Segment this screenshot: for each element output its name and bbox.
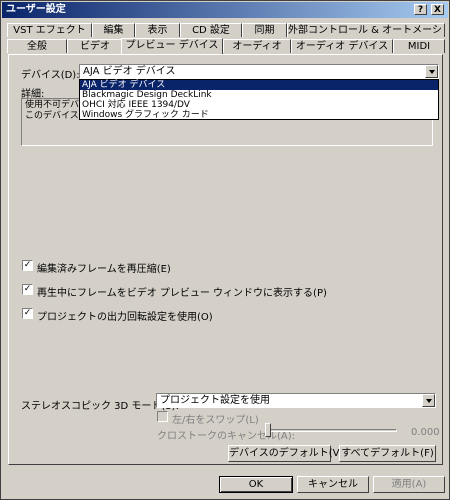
tab-vst-effects[interactable]: VST エフェクト [7, 23, 92, 37]
ok-button[interactable]: OK [219, 476, 293, 493]
device-option-windows-graphics[interactable]: Windows グラフィック カード [80, 110, 438, 120]
device-option-aja[interactable]: AJA ビデオ デバイス [80, 80, 438, 90]
cancel-button[interactable]: キャンセル [297, 476, 369, 493]
tab-sync[interactable]: 同期 [242, 23, 287, 37]
tab-display[interactable]: 表示 [135, 23, 180, 37]
chevron-down-icon[interactable] [425, 65, 438, 78]
tab-video[interactable]: ビデオ [67, 39, 123, 53]
tab-cd-settings[interactable]: CD 設定 [180, 23, 242, 37]
swap-lr-label: 左/右をスワップ(L) [172, 415, 259, 426]
tab-audio[interactable]: オーディオ [223, 39, 291, 53]
help-button[interactable]: ? [414, 4, 427, 15]
stereo-mode-value: プロジェクト設定を使用 [160, 395, 270, 406]
swap-lr-checkbox[interactable] [157, 411, 168, 422]
window-title: ユーザー設定 [6, 4, 66, 15]
device-option-blackmagic[interactable]: Blackmagic Design DeckLink [80, 90, 438, 100]
use-rotation-label: プロジェクトの出力回転設定を使用(O) [37, 312, 213, 323]
crosstalk-slider-thumb[interactable] [265, 423, 271, 437]
device-default-button[interactable]: デバイスのデフォルト(V) [228, 445, 343, 462]
device-select-value: AJA ビデオ デバイス [83, 66, 176, 77]
tab-general[interactable]: 全般 [7, 39, 67, 53]
crosstalk-value: 0.000 [411, 427, 440, 438]
device-option-ohci[interactable]: OHCI 対応 IEEE 1394/DV [80, 100, 438, 110]
chevron-down-icon[interactable] [422, 394, 435, 407]
tab-audio-device[interactable]: オーディオ デバイス [291, 39, 393, 53]
device-dropdown-list: AJA ビデオ デバイス Blackmagic Design DeckLink … [79, 79, 439, 120]
user-settings-window: ユーザー設定 ? X VST エフェクト 編集 表示 CD 設定 同期 外部コン… [0, 0, 450, 500]
all-default-button[interactable]: すべてデフォルト(F) [339, 445, 436, 462]
recompress-label: 編集済みフレームを再圧縮(E) [37, 264, 171, 275]
crosstalk-slider-track[interactable] [269, 429, 397, 432]
device-label: デバイス(D): [21, 70, 80, 81]
show-preview-checkbox[interactable]: ✓ [22, 284, 33, 295]
recompress-checkbox[interactable]: ✓ [22, 260, 33, 271]
title-bar: ユーザー設定 ? X [2, 2, 448, 18]
tab-preview-device[interactable]: プレビュー デバイス [121, 38, 223, 54]
apply-button[interactable]: 適用(A) [373, 476, 445, 493]
close-button[interactable]: X [431, 4, 444, 15]
tab-edit[interactable]: 編集 [92, 23, 135, 37]
show-preview-label: 再生中にフレームをビデオ プレビュー ウィンドウに表示する(P) [37, 288, 327, 299]
tab-external-control[interactable]: 外部コントロール & オートメーション [287, 23, 445, 37]
use-rotation-checkbox[interactable]: ✓ [22, 308, 33, 319]
device-select[interactable]: AJA ビデオ デバイス [79, 64, 439, 79]
stereo-mode-select[interactable]: プロジェクト設定を使用 [156, 393, 436, 408]
tab-midi[interactable]: MIDI [393, 39, 445, 53]
